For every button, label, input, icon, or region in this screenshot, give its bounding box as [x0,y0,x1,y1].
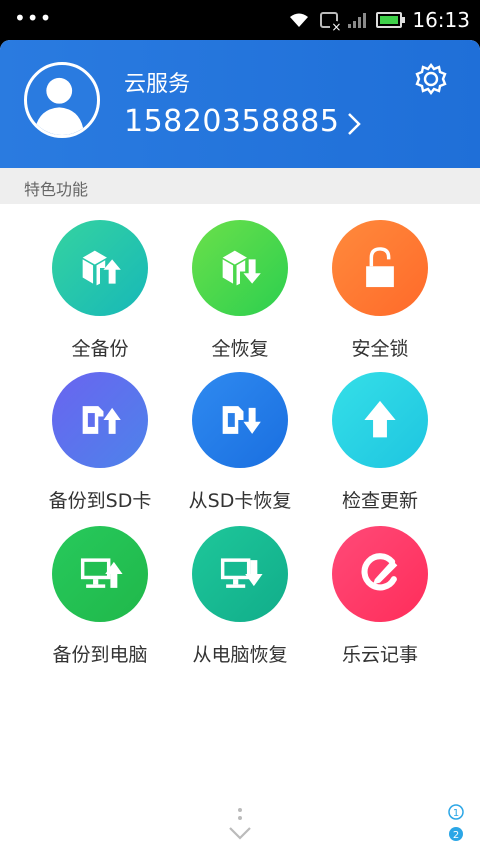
feature-backup-to-pc[interactable]: 备份到电脑 [30,526,170,667]
gear-icon[interactable] [414,62,448,96]
up-arrow-icon [364,400,396,438]
feature-label: 备份到电脑 [52,644,148,666]
note-pen-icon [361,553,398,591]
feature-restore-from-sd[interactable]: 从SD卡恢复 [170,372,310,513]
account-number[interactable]: 15820358885 [124,104,339,139]
feature-icon-circle [192,372,288,468]
feature-icon-circle [192,526,288,622]
page-indicator-icon: 1 2 [448,804,464,841]
feature-label: 备份到SD卡 [48,490,152,512]
battery-icon [376,12,406,28]
avatar[interactable] [24,62,100,138]
feature-label: 全备份 [71,338,129,360]
feature-label: 安全锁 [351,338,409,360]
feature-security-lock[interactable]: 安全锁 [310,220,450,361]
feature-label: 检查更新 [341,490,418,512]
box-upload-icon [82,250,121,286]
feature-icon-circle [332,372,428,468]
sim-card-missing-icon [320,12,343,33]
feature-restore-from-pc[interactable]: 从电脑恢复 [170,526,310,667]
sdcard-upload-icon [82,406,121,434]
section-title: 特色功能 [24,180,89,199]
sdcard-download-icon [222,406,261,434]
feature-label: 从SD卡恢复 [188,490,292,512]
app-window: 云服务 15820358885 特色功能 全备份 全恢复 安全锁 备份到SD卡 … [0,40,480,854]
feature-le-cloud-notes[interactable]: 乐云记事 [310,526,450,667]
box-download-icon [222,250,261,286]
wifi-icon [290,13,309,27]
monitor-upload-icon [80,558,123,588]
feature-icon-circle [332,220,428,316]
status-icons: 16:13 [288,0,470,40]
status-time: 16:13 [412,8,470,32]
feature-icon-circle [52,220,148,316]
lock-icon [366,247,394,288]
signal-icon [348,12,367,28]
feature-backup-to-sd[interactable]: 备份到SD卡 [30,372,170,513]
feature-icon-circle [332,526,428,622]
feature-label: 全恢复 [211,338,269,360]
feature-full-backup[interactable]: 全备份 [30,220,170,361]
feature-full-restore[interactable]: 全恢复 [170,220,310,361]
feature-icon-circle [52,372,148,468]
notification-dots-icon: ••• [14,6,53,30]
feature-icon-circle [52,526,148,622]
feature-icon-circle [192,220,288,316]
status-bar: ••• 16:13 [0,0,480,40]
page-indicator: 1 2 [446,802,466,846]
chevron-right-icon[interactable] [344,110,364,138]
feature-label: 从电脑恢复 [192,644,288,666]
expand-more-icon[interactable] [226,806,254,846]
account-header: 云服务 15820358885 [0,40,480,168]
monitor-download-icon [220,558,263,588]
service-title: 云服务 [124,72,191,97]
page-1-indicator[interactable]: 1 [453,808,459,819]
feature-check-update[interactable]: 检查更新 [310,372,450,513]
user-silhouette-icon [34,77,85,135]
section-header: 特色功能 [0,168,480,204]
feature-label: 乐云记事 [341,644,418,666]
page-2-indicator[interactable]: 2 [453,830,459,841]
